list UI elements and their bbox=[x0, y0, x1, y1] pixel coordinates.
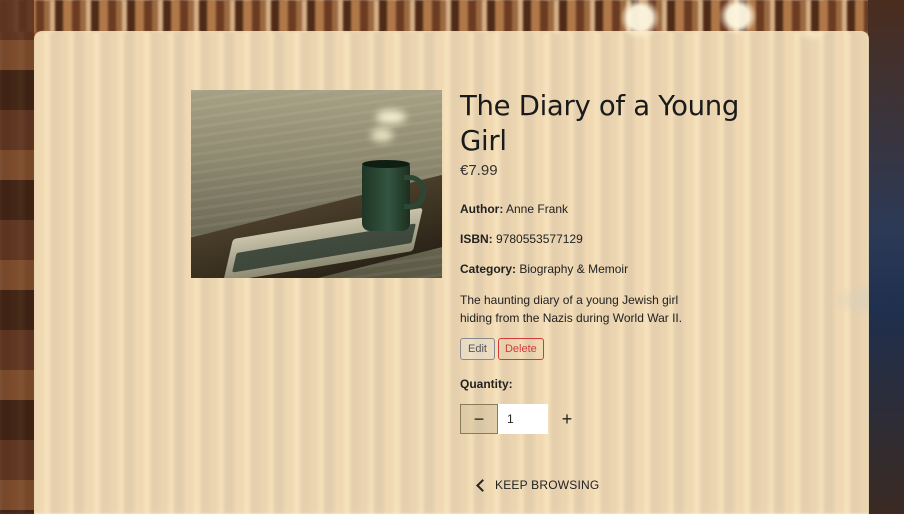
background-top-strip bbox=[0, 0, 904, 32]
decrement-button[interactable]: − bbox=[460, 404, 498, 434]
author-field: Author: Anne Frank bbox=[460, 202, 568, 216]
quantity-input[interactable] bbox=[498, 404, 548, 434]
category-label: Category: bbox=[460, 262, 517, 276]
quantity-stepper: − + bbox=[460, 404, 586, 434]
chevron-left-icon bbox=[476, 478, 489, 492]
keep-browsing-label: KEEP BROWSING bbox=[495, 478, 600, 492]
author-value: Anne Frank bbox=[506, 202, 569, 216]
category-value: Biography & Memoir bbox=[519, 262, 629, 276]
product-price: €7.99 bbox=[460, 162, 498, 179]
increment-button[interactable]: + bbox=[548, 404, 586, 434]
product-title: The Diary of a Young Girl bbox=[460, 90, 740, 157]
quantity-label: Quantity: bbox=[460, 377, 513, 391]
product-image bbox=[191, 90, 442, 278]
isbn-field: ISBN: 9780553577129 bbox=[460, 232, 583, 246]
isbn-value: 9780553577129 bbox=[496, 232, 583, 246]
background-left-strip bbox=[0, 0, 34, 514]
author-label: Author: bbox=[460, 202, 504, 216]
edit-button[interactable]: Edit bbox=[460, 338, 495, 360]
background-right-strip bbox=[868, 0, 904, 514]
product-actions: Edit Delete bbox=[460, 338, 544, 360]
keep-browsing-link[interactable]: KEEP BROWSING bbox=[475, 478, 599, 492]
product-details: The Diary of a Young Girl €7.99 Author: … bbox=[460, 89, 750, 492]
product-description: The haunting diary of a young Jewish gir… bbox=[460, 293, 683, 325]
product-card: The Diary of a Young Girl €7.99 Author: … bbox=[34, 31, 869, 514]
isbn-label: ISBN: bbox=[460, 232, 493, 246]
category-field: Category: Biography & Memoir bbox=[460, 262, 628, 276]
delete-button[interactable]: Delete bbox=[497, 338, 544, 360]
